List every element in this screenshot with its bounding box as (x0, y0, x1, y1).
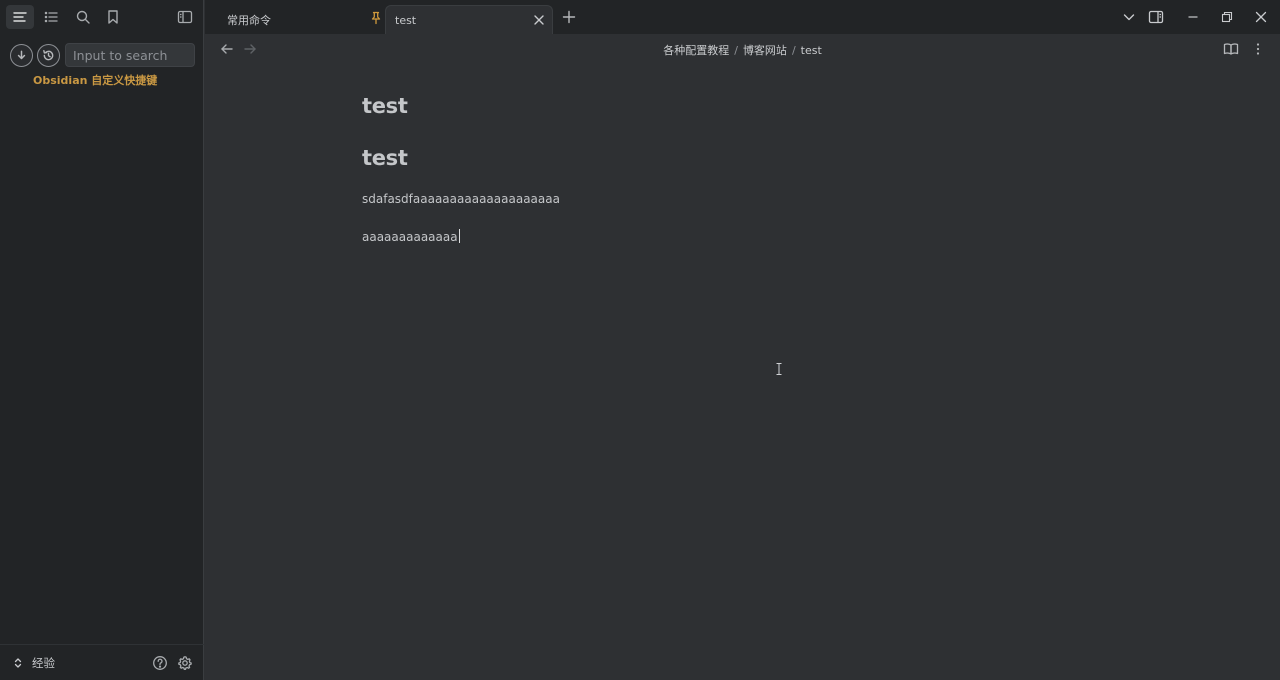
history-icon[interactable] (37, 44, 60, 67)
vault-name: 经验 (32, 656, 55, 670)
tab-inactive[interactable]: 常用命令 (215, 5, 385, 34)
sidebar-search-row (0, 40, 204, 70)
left-sidebar: Obsidian 自定义快捷键 经验 (0, 0, 204, 680)
toggle-right-sidebar-icon[interactable] (1147, 8, 1165, 26)
new-tab-plus-icon[interactable] (561, 9, 577, 25)
note-paragraph-2: aaaaaaaaaaaaa (362, 229, 460, 244)
collapse-sidebar-icon[interactable] (171, 5, 199, 29)
sidebar-footer: 经验 (0, 644, 204, 680)
restore-window-icon[interactable] (1218, 8, 1236, 26)
breadcrumb-item[interactable]: 博客网站 (743, 44, 787, 57)
tab-bar: 常用命令 test (205, 0, 1280, 34)
close-tab-icon[interactable] (532, 13, 546, 27)
breadcrumb: 各种配置教程 / 博客网站 / test (663, 44, 822, 57)
mouse-ibeam-cursor-icon (776, 363, 782, 375)
search-icon[interactable] (69, 5, 97, 29)
search-input[interactable] (65, 43, 195, 67)
reading-view-book-icon[interactable] (1223, 41, 1239, 57)
sidebar-toolbar (0, 0, 204, 34)
editor-area[interactable]: test test sdafasdfaaaaaaaaaaaaaaaaaaaa a… (205, 64, 1280, 680)
download-icon[interactable] (10, 44, 33, 67)
help-icon[interactable] (151, 654, 169, 672)
paragraph-text: aaaaaaaaaaaaa (362, 230, 458, 244)
outline-icon[interactable] (37, 5, 65, 29)
close-window-icon[interactable] (1252, 8, 1270, 26)
view-header: 各种配置教程 / 博客网站 / test (205, 34, 1280, 64)
tab-active[interactable]: test (385, 5, 553, 34)
note-heading-2: test (362, 146, 408, 170)
note-paragraph-1: sdafasdfaaaaaaaaaaaaaaaaaaaa (362, 192, 560, 206)
pin-icon[interactable] (369, 11, 383, 25)
chevrons-up-down-icon (14, 658, 22, 668)
text-cursor (458, 229, 460, 243)
more-options-icon[interactable] (1250, 41, 1266, 57)
breadcrumb-current[interactable]: test (801, 44, 822, 57)
settings-gear-icon[interactable] (176, 654, 194, 672)
breadcrumb-item[interactable]: 各种配置教程 (663, 44, 729, 57)
note-heading-1: test (362, 94, 408, 118)
bookmark-icon[interactable] (99, 5, 127, 29)
tab-label: 常用命令 (227, 13, 271, 27)
minimize-icon[interactable] (1184, 8, 1202, 26)
tab-label: test (395, 13, 417, 27)
file-explorer-icon[interactable] (6, 5, 34, 29)
search-result-item[interactable]: Obsidian 自定义快捷键 (33, 72, 157, 88)
vault-switcher[interactable]: 经验 (12, 655, 55, 671)
tab-list-chevron-down-icon[interactable] (1120, 8, 1138, 26)
